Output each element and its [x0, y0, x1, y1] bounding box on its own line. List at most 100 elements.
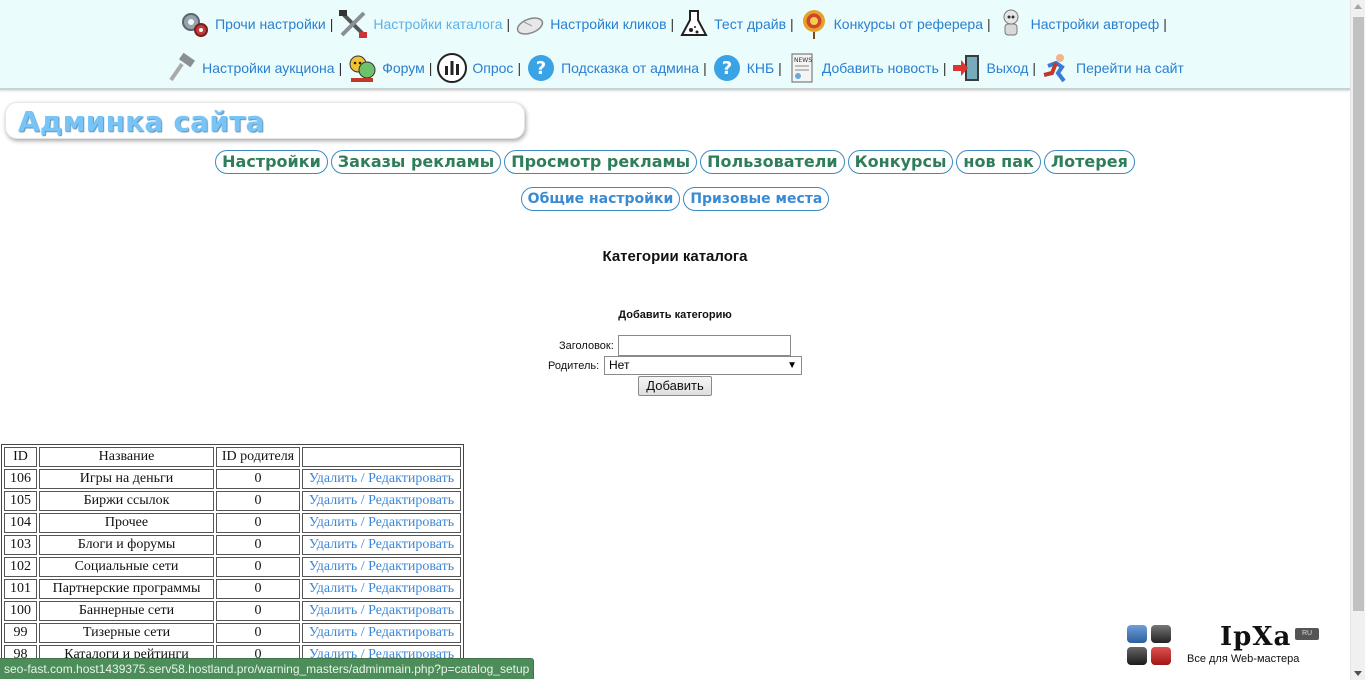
menu-users[interactable]: Пользователи: [700, 150, 845, 174]
nav-separator: |: [790, 16, 794, 32]
table-header-row: ID Название ID родителя: [4, 447, 461, 467]
nav-row-1: Прочи настройки | Настройки каталога | Настр…: [0, 4, 1350, 44]
nav-link-row2-1[interactable]: Форум: [346, 52, 425, 84]
nav-link-row1-3[interactable]: Тест драйв: [678, 8, 786, 40]
nav-separator: |: [987, 16, 991, 32]
submenu-prize-places[interactable]: Призовые места: [683, 187, 830, 211]
delete-edit-link[interactable]: Удалить / Редактировать: [302, 469, 461, 489]
cell-name: Игры на деньги: [39, 469, 214, 489]
menu-settings[interactable]: Настройки: [215, 150, 328, 174]
gears-icon: [179, 8, 211, 40]
nav-separator: |: [942, 60, 947, 76]
cell-id: 106: [4, 469, 37, 489]
status-bar-url: seo-fast.com.host1439375.serv58.hostland…: [0, 658, 535, 679]
nav-link-row2-0[interactable]: Настройки аукциона: [166, 52, 335, 84]
table-row: 101 Партнерские программы 0 Удалить / Редак…: [4, 579, 461, 599]
nav-link-row1-4[interactable]: Конкурсы от реферера: [798, 8, 983, 40]
add-category-button[interactable]: Добавить: [638, 376, 712, 396]
cell-id: 105: [4, 491, 37, 511]
nav-link-row1-1[interactable]: Настройки каталога: [337, 8, 503, 40]
nav-separator: |: [778, 60, 782, 76]
nav-link-row2-7[interactable]: Перейти на сайт: [1040, 52, 1184, 84]
cell-id: 100: [4, 601, 37, 621]
scroll-up-arrow-icon[interactable]: [1354, 4, 1362, 9]
delete-edit-link[interactable]: Удалить / Редактировать: [302, 491, 461, 511]
svg-text:NEWS: NEWS: [794, 57, 812, 64]
nav-separator: |: [329, 16, 334, 32]
nav-link-label: Прочи настройки: [215, 16, 326, 32]
nav-separator: |: [338, 60, 343, 76]
cell-parent-id: 0: [216, 601, 300, 621]
vertical-scrollbar[interactable]: [1350, 0, 1365, 680]
flask-icon: [678, 8, 710, 40]
nav-link-label: Настройки автореф: [1030, 16, 1160, 32]
menu-ad-view[interactable]: Просмотр рекламы: [504, 150, 698, 174]
svg-text:?: ?: [721, 58, 731, 79]
nav-link-row1-0[interactable]: Прочи настройки: [179, 8, 326, 40]
submenu-general-settings[interactable]: Общие настройки: [520, 187, 681, 211]
logo-square-dark-2: [1127, 647, 1147, 665]
menu-lottery[interactable]: Лотерея: [1043, 150, 1135, 174]
delete-edit-link[interactable]: Удалить / Редактировать: [302, 535, 461, 555]
target-icon: [798, 8, 830, 40]
nav-link-label: Настройки кликов: [550, 16, 667, 32]
nav-separator: |: [506, 16, 511, 32]
nav-link-row2-2[interactable]: Опрос: [436, 52, 513, 84]
nav-link-row2-6[interactable]: Выход: [951, 52, 1029, 84]
cell-parent-id: 0: [216, 469, 300, 489]
nav-separator: |: [428, 60, 433, 76]
gavel-icon: [166, 52, 198, 84]
delete-edit-link[interactable]: Удалить / Редактировать: [302, 579, 461, 599]
cell-parent-id: 0: [216, 579, 300, 599]
cell-parent-id: 0: [216, 557, 300, 577]
runner-icon: [1040, 52, 1072, 84]
nav-link-row2-4[interactable]: ? КНБ: [711, 52, 774, 84]
nav-link-row2-5[interactable]: NEWS Добавить новость: [786, 52, 939, 84]
cell-id: 103: [4, 535, 37, 555]
cell-parent-id: 0: [216, 623, 300, 643]
form-title: Добавить категорию: [618, 309, 732, 321]
logo-square-blue: [1127, 625, 1147, 643]
logo-tagline: Все для Web-мастера: [1187, 653, 1300, 665]
svg-text:?: ?: [536, 58, 546, 79]
header-id: ID: [4, 447, 37, 467]
cell-id: 102: [4, 557, 37, 577]
parent-select[interactable]: Нет ▼: [604, 356, 802, 375]
nav-link-label: Выход: [986, 60, 1029, 76]
scroll-thumb[interactable]: [1353, 17, 1364, 611]
help-icon: ?: [525, 52, 557, 84]
nav-link-label: Подсказка от админа: [561, 60, 700, 76]
scroll-down-arrow-icon[interactable]: [1354, 671, 1362, 676]
delete-edit-link[interactable]: Удалить / Редактировать: [302, 557, 461, 577]
delete-edit-link[interactable]: Удалить / Редактировать: [302, 623, 461, 643]
cell-id: 104: [4, 513, 37, 533]
ipxa-logo[interactable]: IpXa RU Все для Web-мастера: [1125, 622, 1325, 668]
menu-new-pack[interactable]: нов пак: [956, 150, 1041, 174]
cell-parent-id: 0: [216, 491, 300, 511]
table-row: 102 Социальные сети 0 Удалить / Редактирова…: [4, 557, 461, 577]
delete-edit-link[interactable]: Удалить / Редактировать: [302, 601, 461, 621]
menu-ad-orders[interactable]: Заказы рекламы: [330, 150, 502, 174]
cell-name: Блоги и форумы: [39, 535, 214, 555]
table-row: 105 Биржи ссылок 0 Удалить / Редактировать: [4, 491, 461, 511]
nav-link-label: Добавить новость: [821, 60, 939, 76]
site-title-box: Админка сайта: [5, 102, 525, 139]
cell-name: Социальные сети: [39, 557, 214, 577]
cell-id: 101: [4, 579, 37, 599]
sub-menu: Общие настройки Призовые места: [0, 187, 1350, 211]
nav-link-row1-2[interactable]: Настройки кликов: [514, 8, 667, 40]
nav-link-label: Конкурсы от реферера: [833, 16, 983, 32]
news-icon: NEWS: [786, 52, 818, 84]
nav-separator: |: [1163, 16, 1167, 32]
nav-link-label: Форум: [382, 60, 425, 76]
nav-link-row1-5[interactable]: Настройки автореф: [995, 8, 1160, 40]
nav-link-label: Настройки аукциона: [202, 60, 335, 76]
nav-separator: |: [670, 16, 675, 32]
nav-link-label: Тест драйв: [714, 16, 787, 32]
nav-link-row2-3[interactable]: ? Подсказка от админа: [525, 52, 699, 84]
delete-edit-link[interactable]: Удалить / Редактировать: [302, 513, 461, 533]
menu-contests[interactable]: Конкурсы: [847, 150, 954, 174]
nav-link-label: Настройки каталога: [373, 16, 503, 32]
logo-tld: RU: [1295, 628, 1319, 640]
title-input[interactable]: [618, 335, 791, 356]
